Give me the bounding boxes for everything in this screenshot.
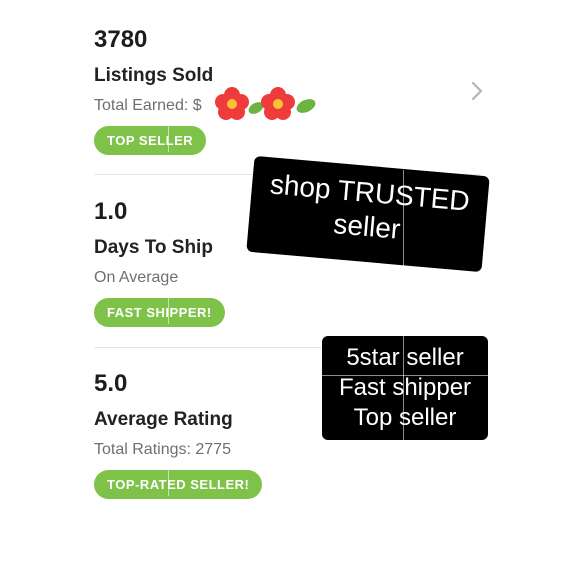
collage-cut-line [168,298,169,324]
on-average-label: On Average [94,269,179,286]
sticker-line: Fast shipper [338,374,472,401]
listings-sold-count: 3780 [94,26,148,53]
collage-cut-line [168,124,169,152]
flower-sticker-icon [215,87,316,120]
collage-cut-line [322,375,488,376]
collage-cut-line [403,170,404,270]
fast-shipper-badge: FAST SHIPPER! [94,298,225,327]
collage-cut-line [403,336,404,440]
sticker-line: 5star seller [346,344,464,371]
collage-cut-line [168,468,169,496]
seller-summary-sticker: 5star seller Fast shipper Top seller [322,336,488,440]
total-ratings-label: Total Ratings: 2775 [94,441,231,458]
chevron-right-icon[interactable] [466,80,488,102]
top-rated-seller-badge: TOP-RATED SELLER! [94,470,263,499]
trusted-seller-sticker: shop TRUSTED seller [246,155,490,273]
sticker-line: Top seller [353,404,457,431]
top-seller-badge: TOP SELLER [94,126,207,155]
